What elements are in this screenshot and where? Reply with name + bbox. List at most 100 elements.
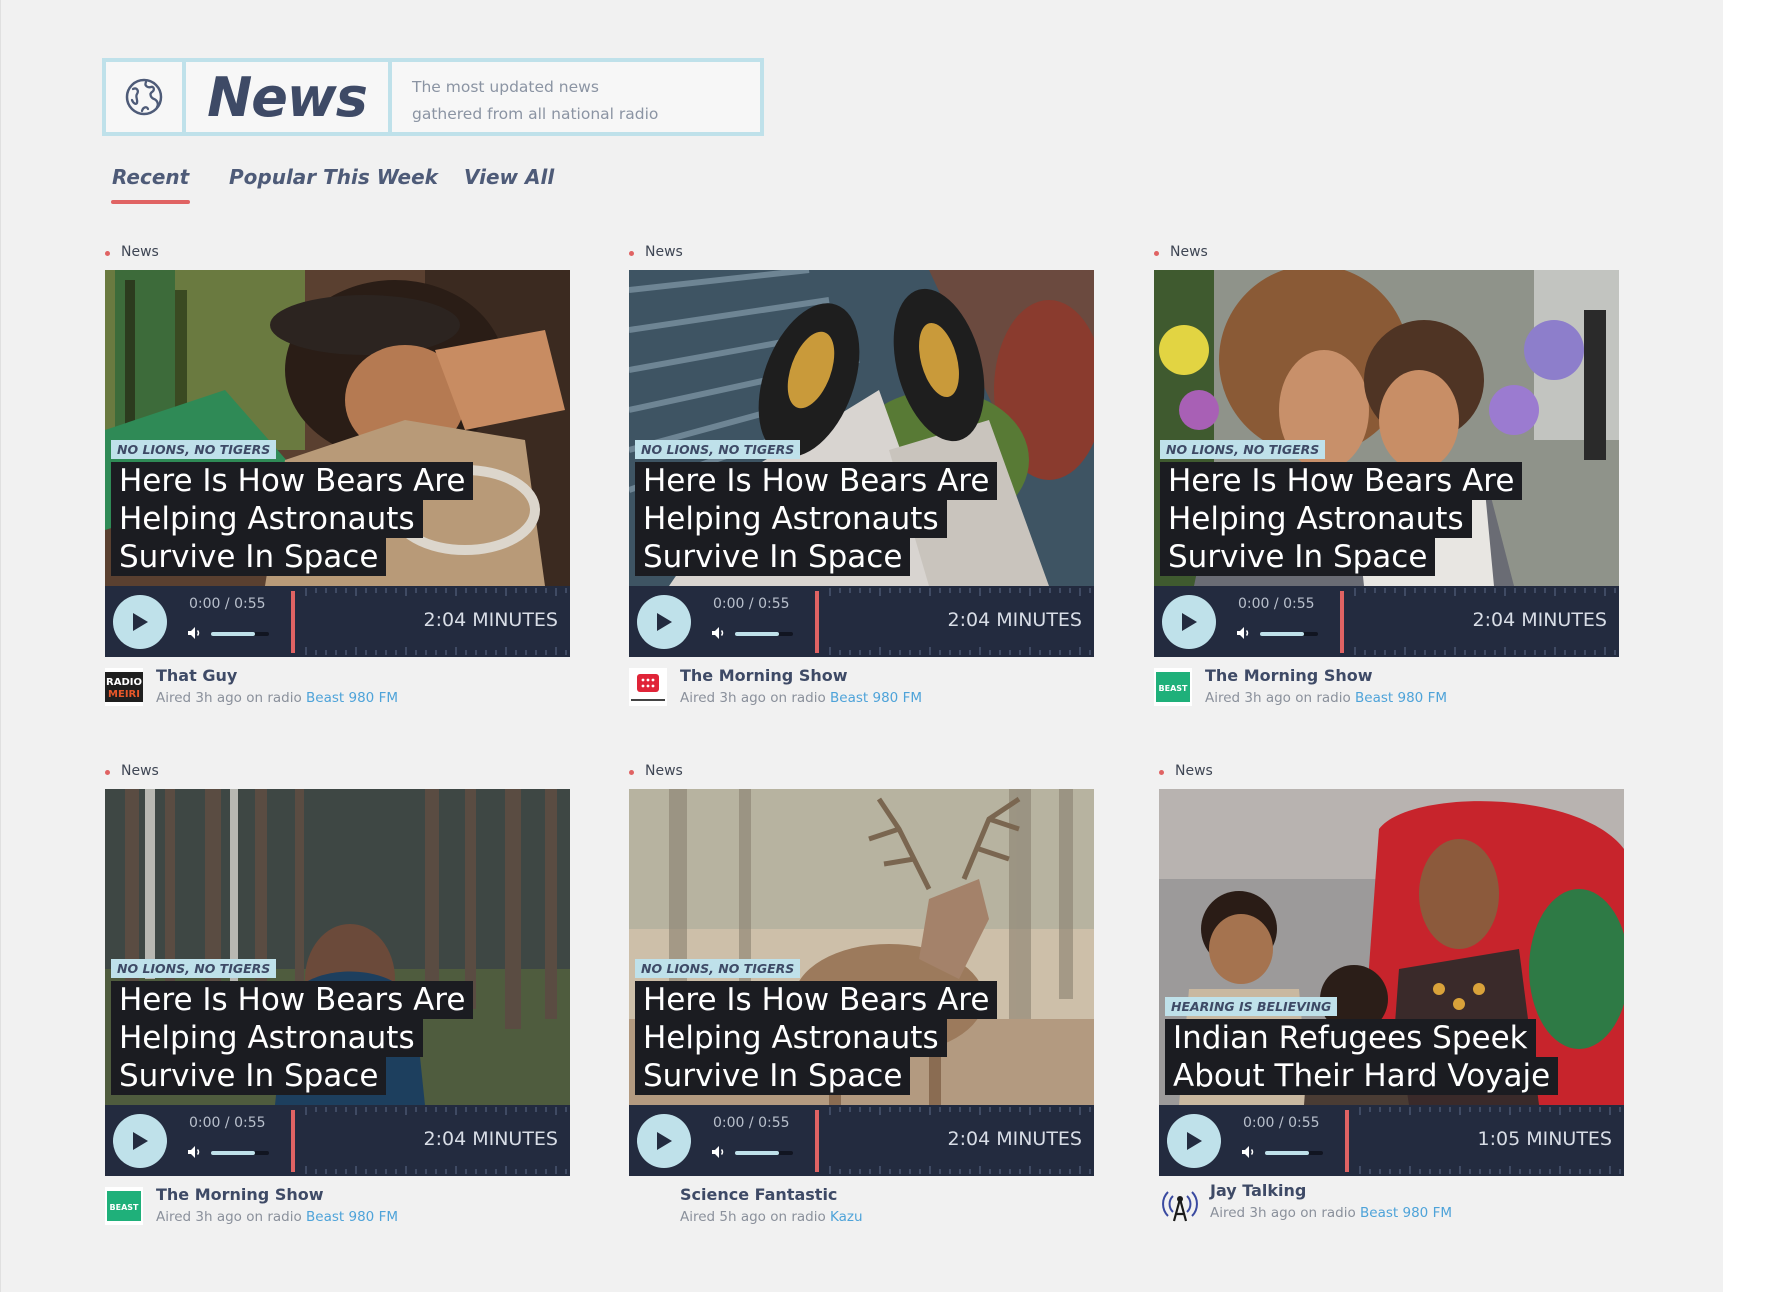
tab-view-all[interactable]: View All	[464, 165, 554, 189]
card-thumbnail[interactable]: NO LIONS, NO TIGERS Here Is How Bears Are…	[105, 789, 570, 1105]
headline-line[interactable]: Survive In Space	[111, 1057, 387, 1095]
play-button[interactable]	[113, 595, 167, 649]
aired-info: Aired 3h ago on radio Beast 980 FM	[156, 690, 398, 706]
news-card: News NO LIONS, NO TIGERS Here Is How Bear…	[1154, 244, 1619, 714]
volume-slider[interactable]	[1265, 1151, 1323, 1155]
aired-info: Aired 3h ago on radio Beast 980 FM	[1205, 690, 1447, 706]
station-link[interactable]: Kazu	[830, 1209, 863, 1225]
tab-popular-this-week[interactable]: Popular This Week	[229, 165, 438, 189]
headline-line[interactable]: Here Is How Bears Are	[111, 462, 474, 500]
station-logo[interactable]	[629, 668, 667, 706]
show-name[interactable]: The Morning Show	[156, 1185, 324, 1204]
station-logo[interactable]	[1159, 1183, 1198, 1222]
audio-player: 0:00 / 0:55 2:04 MINUTES	[629, 1105, 1094, 1176]
station-link[interactable]: Beast 980 FM	[306, 690, 398, 706]
headline-block: NO LIONS, NO TIGERS Here Is How Bears Are…	[1160, 440, 1613, 576]
play-button[interactable]	[1167, 1114, 1221, 1168]
station-link[interactable]: Beast 980 FM	[1360, 1205, 1452, 1221]
news-card: News NO LIONS, NO TIGERS Here Is How Bear…	[629, 244, 1094, 714]
station-link[interactable]: Beast 980 FM	[306, 1209, 398, 1225]
show-name[interactable]: That Guy	[156, 666, 237, 685]
duration-label: 1:05 MINUTES	[1477, 1128, 1613, 1150]
volume-icon[interactable]	[187, 626, 203, 645]
time-separator: /	[1269, 596, 1284, 612]
card-thumbnail[interactable]: NO LIONS, NO TIGERS Here Is How Bears Are…	[629, 270, 1094, 586]
card-thumbnail[interactable]: NO LIONS, NO TIGERS Here Is How Bears Are…	[105, 270, 570, 586]
volume-slider[interactable]	[1260, 632, 1318, 636]
show-name[interactable]: The Morning Show	[680, 666, 848, 685]
tab-recent[interactable]: Recent	[110, 165, 191, 204]
headline-line[interactable]: Helping Astronauts	[635, 1019, 947, 1057]
aired-text: Aired 3h ago on radio	[1210, 1205, 1361, 1221]
station-logo[interactable]: RADIO MEIRI	[105, 668, 143, 706]
total-time: 0:55	[758, 596, 790, 612]
play-button[interactable]	[113, 1114, 167, 1168]
headline-line[interactable]: Survive In Space	[635, 1057, 911, 1095]
volume-slider[interactable]	[211, 1151, 269, 1155]
headline-line[interactable]: Here Is How Bears Are	[635, 981, 998, 1019]
play-button[interactable]	[1162, 595, 1216, 649]
duration-label: 2:04 MINUTES	[947, 609, 1083, 631]
show-name[interactable]: The Morning Show	[1205, 666, 1373, 685]
station-link[interactable]: Beast 980 FM	[830, 690, 922, 706]
show-meta: BEAST The Morning Show Aired 3h ago on rad…	[105, 1185, 570, 1233]
playhead[interactable]	[291, 591, 295, 653]
show-name[interactable]: Jay Talking	[1210, 1181, 1306, 1200]
volume-slider[interactable]	[735, 1151, 793, 1155]
category-label: News	[105, 763, 159, 783]
show-name[interactable]: Science Fantastic	[680, 1185, 837, 1204]
headline-line[interactable]: Survive In Space	[635, 538, 911, 576]
category-label: News	[629, 244, 683, 264]
station-logo[interactable]: BEAST	[1154, 668, 1192, 706]
headline-line[interactable]: Here Is How Bears Are	[111, 981, 474, 1019]
headline-line[interactable]: Helping Astronauts	[635, 500, 947, 538]
volume-slider[interactable]	[735, 632, 793, 636]
volume-level	[1265, 1151, 1309, 1155]
headline-line[interactable]: Here Is How Bears Are	[635, 462, 998, 500]
headline-line[interactable]: Helping Astronauts	[111, 1019, 423, 1057]
station-logo[interactable]: BEAST	[105, 1187, 143, 1225]
playhead[interactable]	[1345, 1110, 1349, 1172]
volume-icon[interactable]	[711, 1145, 727, 1164]
playhead[interactable]	[815, 1110, 819, 1172]
volume-icon[interactable]	[1236, 626, 1252, 645]
globe-icon	[125, 78, 163, 116]
aired-text: Aired 3h ago on radio	[156, 690, 307, 706]
show-meta: The Morning Show Aired 3h ago on radio Be…	[629, 666, 1094, 714]
headline-block: NO LIONS, NO TIGERS Here Is How Bears Are…	[111, 440, 564, 576]
total-time: 0:55	[1283, 596, 1315, 612]
headline-line[interactable]: Indian Refugees Speek	[1165, 1019, 1536, 1057]
volume-icon[interactable]	[187, 1145, 203, 1164]
headline-line[interactable]: About Their Hard Voyaje	[1165, 1057, 1559, 1095]
volume-slider[interactable]	[211, 632, 269, 636]
playback-time: 0:00 / 0:55	[189, 596, 266, 612]
headline-line[interactable]: Helping Astronauts	[1160, 500, 1472, 538]
play-button[interactable]	[637, 1114, 691, 1168]
volume-icon[interactable]	[1241, 1145, 1257, 1164]
playhead[interactable]	[815, 591, 819, 653]
playhead[interactable]	[1340, 591, 1344, 653]
volume-icon[interactable]	[711, 626, 727, 645]
aired-info: Aired 5h ago on radio Kazu	[680, 1209, 863, 1225]
aired-text: Aired 3h ago on radio	[156, 1209, 307, 1225]
station-link[interactable]: Beast 980 FM	[1355, 690, 1447, 706]
card-thumbnail[interactable]: HEARING IS BELIEVING Indian Refugees Spee…	[1159, 789, 1624, 1105]
playback-time: 0:00 / 0:55	[1243, 1115, 1320, 1131]
play-button[interactable]	[637, 595, 691, 649]
headline-line[interactable]: Helping Astronauts	[111, 500, 423, 538]
story-tag: NO LIONS, NO TIGERS	[635, 440, 801, 459]
current-time: 0:00	[189, 1115, 221, 1131]
play-icon	[133, 613, 148, 631]
card-thumbnail[interactable]: NO LIONS, NO TIGERS Here Is How Bears Are…	[629, 789, 1094, 1105]
playhead[interactable]	[291, 1110, 295, 1172]
playback-time: 0:00 / 0:55	[713, 596, 790, 612]
duration-label: 2:04 MINUTES	[423, 609, 559, 631]
headline-line[interactable]: Survive In Space	[1160, 538, 1436, 576]
card-thumbnail[interactable]: NO LIONS, NO TIGERS Here Is How Bears Are…	[1154, 270, 1619, 586]
headline-line[interactable]: Survive In Space	[111, 538, 387, 576]
headline-line[interactable]: Here Is How Bears Are	[1160, 462, 1523, 500]
aired-info: Aired 3h ago on radio Beast 980 FM	[156, 1209, 398, 1225]
current-time: 0:00	[713, 1115, 745, 1131]
category-label: News	[1154, 244, 1208, 264]
news-card: News NO LIONS, NO TIGERS Here Is How Bear…	[105, 763, 570, 1233]
